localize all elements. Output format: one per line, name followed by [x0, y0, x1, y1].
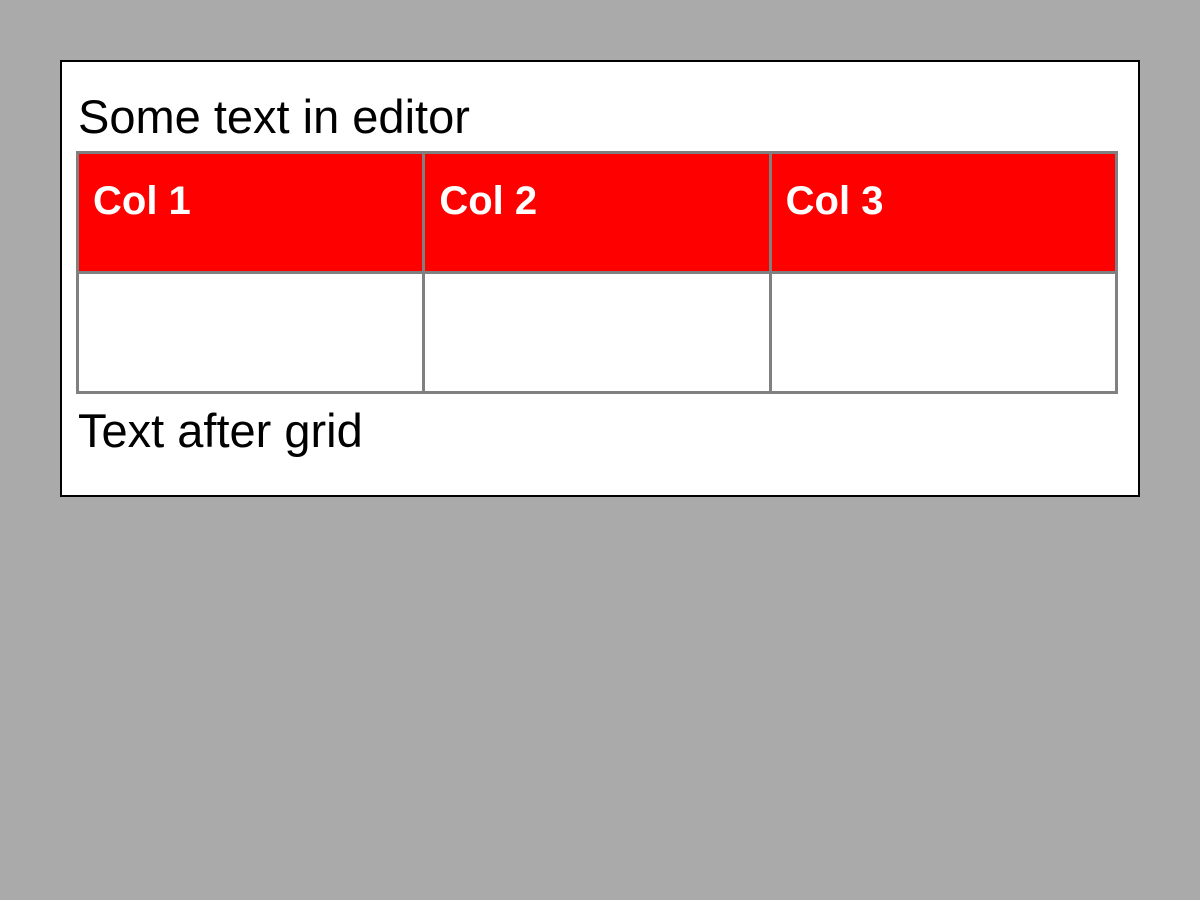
- grid-cell[interactable]: [75, 271, 426, 394]
- editor[interactable]: Some text in editor Col 1 Col 2 Col 3 Te…: [60, 60, 1140, 497]
- grid-cell[interactable]: [768, 271, 1119, 394]
- table-row: [75, 271, 1119, 394]
- grid-header-col-3[interactable]: Col 3: [768, 151, 1119, 274]
- grid-header-col-2[interactable]: Col 2: [422, 151, 772, 274]
- grid-header-col-1[interactable]: Col 1: [75, 151, 426, 274]
- grid-cell[interactable]: [422, 271, 772, 394]
- editor-text-after[interactable]: Text after grid: [78, 407, 363, 454]
- data-grid[interactable]: Col 1 Col 2 Col 3: [75, 151, 1119, 394]
- grid-header-row: Col 1 Col 2 Col 3: [75, 151, 1119, 274]
- editor-text-before[interactable]: Some text in editor: [78, 93, 470, 140]
